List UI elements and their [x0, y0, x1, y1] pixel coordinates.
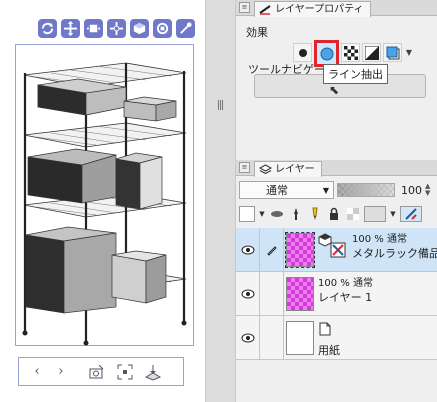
splitter-grip[interactable] — [218, 100, 224, 110]
checker-icon — [343, 45, 358, 60]
tab-layer-label: レイヤー — [275, 164, 315, 175]
threshold-effect-button[interactable] — [362, 43, 381, 62]
layer-thumbnail — [286, 277, 314, 311]
rotate-object-z-icon[interactable] — [153, 19, 172, 38]
metal-rack-3d-model — [22, 62, 187, 346]
layer-row[interactable]: 100 % 通常 メタルラック備品 — [236, 228, 437, 272]
next-button[interactable]: › — [49, 360, 73, 384]
mask-enable-icon[interactable] — [364, 206, 386, 222]
paper-icon — [319, 322, 331, 336]
blend-mode-value: 通常 — [266, 184, 288, 197]
layer-color-swatch[interactable] — [239, 206, 255, 222]
mouse-cursor-icon: ⬉ — [329, 83, 340, 97]
tab-layer-property[interactable]: レイヤープロパティ — [254, 1, 371, 17]
move-light-icon[interactable] — [176, 19, 195, 38]
eye-icon[interactable] — [236, 316, 260, 360]
layer-name: レイヤー 1 — [318, 291, 373, 304]
preview-bottom-toolbar: ‹ › — [18, 357, 184, 386]
border-effect-button[interactable] — [293, 43, 312, 62]
layer-name: メタルラック備品 — [352, 247, 437, 260]
contrast-icon — [364, 45, 379, 60]
app-window: ‹ › ≡ レイヤープロパティ 効果 ▼ ツールナビゲー ⬉ ライン抽出 ≡ レ… — [0, 0, 437, 402]
pen-column[interactable] — [260, 316, 284, 360]
layer-tool-row: ▼ ▼ — [239, 204, 437, 224]
panel-menu-icon[interactable]: ≡ — [239, 2, 250, 13]
dolly-camera-icon[interactable] — [84, 19, 103, 38]
blend-mode-select[interactable]: 通常 ▼ — [239, 181, 334, 199]
layer-property-panel: ≡ レイヤープロパティ 効果 ▼ ツールナビゲー ⬉ ライン抽出 — [236, 0, 437, 152]
tab-layer[interactable]: レイヤー — [254, 161, 322, 177]
panel-splitter[interactable] — [205, 0, 236, 402]
layer-opacity: 100 % — [318, 278, 350, 289]
camera-preset-icon[interactable] — [85, 360, 109, 384]
circle-dot-icon — [298, 48, 307, 57]
chevron-down-icon[interactable]: ▼ — [258, 206, 266, 222]
opacity-value: 100 — [401, 183, 422, 197]
canvas-area[interactable]: ‹ › — [0, 0, 205, 402]
eye-icon[interactable] — [236, 272, 260, 316]
layer-property-tabstrip: ≡ レイヤープロパティ — [236, 0, 437, 17]
pan-camera-icon[interactable] — [61, 19, 80, 38]
layer-info: 100 % 通常 レイヤー 1 — [318, 277, 403, 306]
layer-info: 100 % 通常 メタルラック備品 — [352, 233, 437, 262]
layer-row[interactable]: 用紙 — [236, 316, 437, 360]
move-object-icon[interactable] — [107, 19, 126, 38]
chevron-down-icon[interactable]: ▼ — [404, 43, 414, 62]
layer-opacity: 100 % — [352, 234, 384, 245]
line-extraction-icon — [320, 47, 333, 60]
effect-label: 効果 — [246, 26, 268, 39]
right-panels: ≡ レイヤープロパティ 効果 ▼ ツールナビゲー ⬉ ライン抽出 ≡ レイヤー … — [236, 0, 437, 402]
blend-opacity-row: 通常 ▼ 100 ▲ ▼ — [239, 180, 437, 200]
draft-layer-icon[interactable] — [307, 206, 323, 222]
camera-toolbar — [38, 19, 195, 38]
layer-panel: ≡ レイヤー 通常 ▼ 100 ▲ ▼ ▼ ▼ 100 % 通常 メタルラック備… — [236, 160, 437, 402]
line-extraction-layer-icon — [330, 242, 346, 258]
layer-color-button[interactable] — [383, 43, 402, 62]
lock-transparency-icon[interactable] — [345, 206, 361, 222]
layer-tabstrip: ≡ レイヤー — [236, 160, 437, 177]
layer-list: 100 % 通常 メタルラック備品 100 % 通常 レイヤー 1 用紙 — [236, 228, 437, 360]
pen-column[interactable] — [260, 272, 284, 316]
layer-row[interactable]: 100 % 通常 レイヤー 1 — [236, 272, 437, 316]
layer-thumbnail — [285, 232, 315, 268]
ruler-range-icon[interactable] — [400, 206, 422, 222]
eye-icon[interactable] — [236, 228, 260, 272]
opacity-spinner[interactable]: ▲ ▼ — [425, 183, 433, 197]
tab-layer-property-label: レイヤープロパティ — [275, 4, 364, 15]
rotate-camera-icon[interactable] — [38, 19, 57, 38]
fit-view-icon[interactable] — [113, 360, 137, 384]
3d-preview-viewport[interactable] — [15, 44, 194, 346]
chevron-down-icon[interactable]: ▼ — [389, 206, 397, 222]
panel-menu-icon[interactable]: ≡ — [239, 162, 250, 173]
layer-blend-mode: 通常 — [386, 234, 407, 245]
prev-button[interactable]: ‹ — [25, 360, 49, 384]
opacity-slider[interactable] — [337, 183, 395, 197]
ground-anchor-icon[interactable] — [141, 360, 165, 384]
pen-icon[interactable] — [260, 228, 284, 272]
layer-thumbnail — [286, 321, 314, 355]
reference-layer-icon[interactable] — [288, 206, 304, 222]
chevron-down-icon: ▼ — [322, 186, 329, 195]
layers-icon — [259, 164, 272, 175]
layer-blend-mode: 通常 — [352, 278, 373, 289]
rotate-object-icon[interactable] — [130, 19, 149, 38]
layer-property-icon — [259, 5, 271, 15]
tooltip-line-extraction: ライン抽出 — [323, 64, 388, 84]
layer-name: 用紙 — [318, 344, 340, 357]
layer-color-icon — [386, 46, 399, 59]
lock-icon[interactable] — [326, 206, 342, 222]
clip-lower-layer-icon[interactable] — [269, 206, 285, 222]
tone-effect-button[interactable] — [341, 43, 360, 62]
